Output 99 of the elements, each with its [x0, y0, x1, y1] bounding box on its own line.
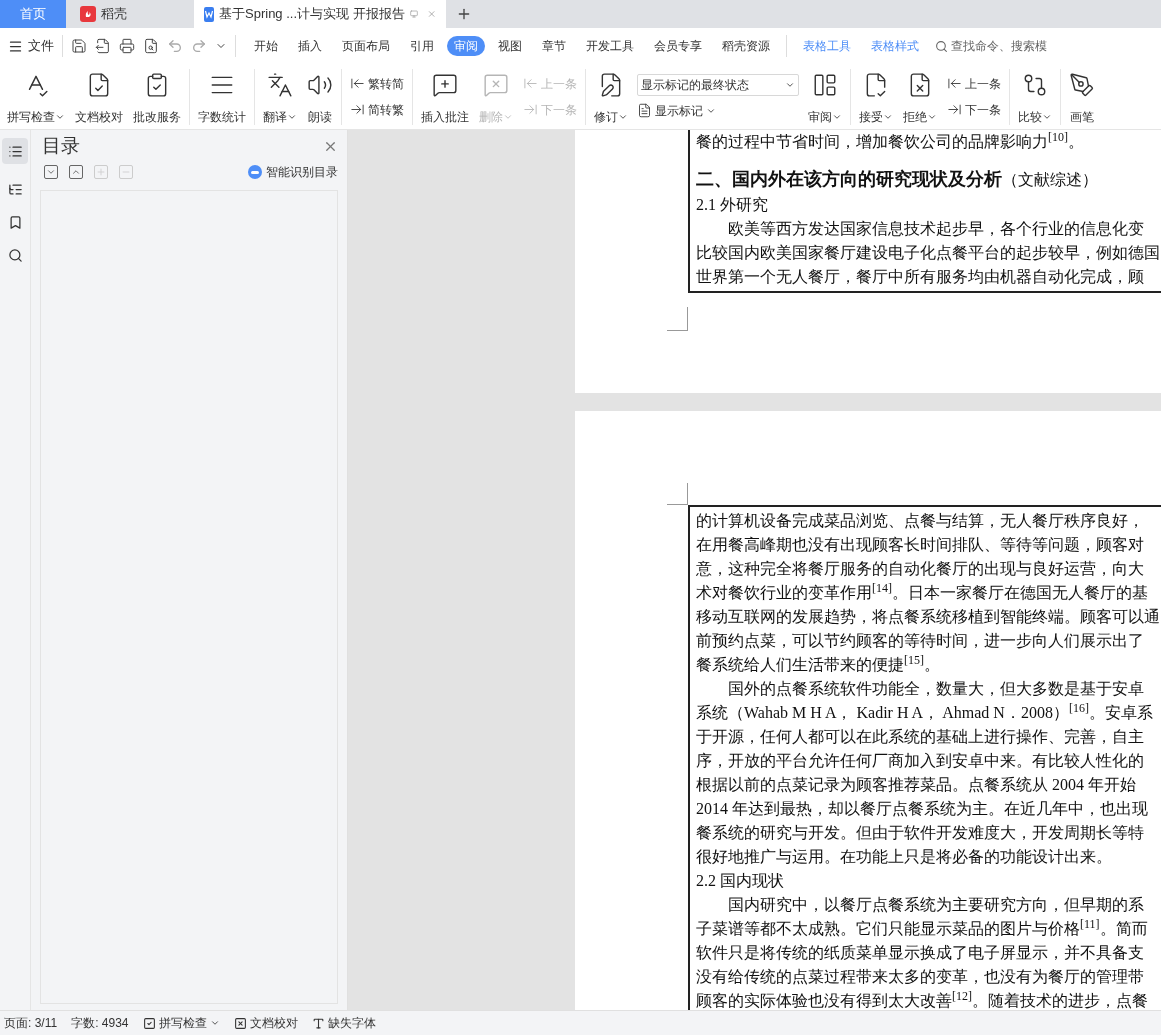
plus-icon	[96, 167, 106, 177]
font-icon	[311, 1016, 325, 1030]
paragraph-line: 前预约点菜，可以节约顾客的等待时间，进一步向人们展示出了	[696, 631, 1145, 651]
ribbon-button[interactable]: 批改服务	[128, 67, 186, 126]
save-icon[interactable]	[71, 38, 87, 54]
ribbon-button[interactable]: 插入批注	[416, 67, 474, 126]
checkbox-icon	[142, 1016, 156, 1030]
paragraph-line: 子菜谱等都不太成熟。它们只能显示菜品的图片与价格$^{[11]}$。简而	[696, 917, 1149, 939]
expand-icon	[71, 167, 81, 177]
status-text: 字数: 4934	[71, 1015, 129, 1032]
flame-logo-icon	[80, 6, 96, 22]
ribbon-button[interactable]: 翻译	[258, 67, 302, 126]
arrow-right-icon	[350, 102, 365, 117]
ribbon-small-button[interactable]: 繁转简	[350, 74, 404, 93]
ribbon-button[interactable]: 接受	[854, 67, 898, 126]
arrow-right-icon	[947, 102, 962, 117]
ribbon-tab[interactable]: 页面布局	[335, 36, 397, 56]
section-title: 二、国内外在该方向的研究现状及分析（文献综述）	[696, 168, 1099, 191]
paragraph-line: 比较国内欧美国家餐厅建设电子化点餐平台的起步较早，例如德国	[696, 243, 1161, 263]
status-text: 页面: 3/11	[4, 1015, 58, 1032]
ribbon-button[interactable]: 朗读	[302, 67, 338, 126]
markup-select[interactable]: 显示标记的最终状态	[637, 73, 799, 96]
ribbon-tab[interactable]: 插入	[291, 36, 329, 56]
export-icon[interactable]	[95, 38, 111, 54]
paragraph-line: 餐的过程中节省时间，增加餐饮公司的品牌影响力$^{[10]}$。	[696, 130, 1085, 152]
ribbon-button[interactable]: 拼写检查	[2, 67, 70, 126]
ribbon-tab[interactable]: 开始	[247, 36, 285, 56]
paragraph-line: 系统（Wahab M H A， Kadir H A， Ahmad N．2008）$^{[16]}$。安卓系	[696, 701, 1154, 723]
ribbon-small-button[interactable]: 显示标记	[637, 101, 799, 120]
paragraph-line: 很好地推广与运用。在功能上只是将必备的功能设计出来。	[696, 847, 1113, 867]
x-box-icon	[233, 1016, 247, 1030]
paragraph-line: 2014 年达到最热，却以餐厅点餐系统为主。在近几年中，也出现	[696, 799, 1149, 819]
ribbon-tab[interactable]: 稻壳资源	[715, 36, 777, 56]
paragraph-line: 于开源，任何人都可以在此系统的基础上进行操作、完善，自主	[696, 727, 1145, 747]
file-menu-button[interactable]: 文件	[8, 36, 54, 56]
paragraph-line: 国内研究中，以餐厅点餐系统为主要研究方向，但早期的系	[727, 895, 1145, 915]
arrow-right-icon	[523, 102, 538, 117]
ribbon-tab[interactable]: 引用	[403, 36, 441, 56]
search-icon[interactable]	[7, 248, 23, 263]
paragraph-line: 顾客的实际体验也没有得到太大改善$^{[12]}$。随着技术的进步，点餐	[696, 989, 1149, 1010]
paragraph-line: 餐系统给人们生活带来的便捷$^{[15]}$。	[696, 653, 941, 675]
print-icon[interactable]	[119, 38, 135, 54]
ribbon-tab[interactable]: 开发工具	[579, 36, 641, 56]
tab[interactable]: 基于Spring ...计与实现 开报报告	[194, 0, 446, 28]
tree-icon[interactable]	[7, 182, 23, 197]
menu-icon	[8, 38, 23, 54]
ribbon-button[interactable]: 审阅	[803, 67, 847, 126]
crop-mark	[667, 483, 688, 505]
paragraph-line: 在用餐高峰期也没有出现顾客长时间排队、等待等问题，顾客对	[696, 535, 1145, 555]
document-logo-icon	[204, 6, 214, 22]
collapse-icon	[46, 167, 56, 177]
document-icon	[637, 103, 652, 118]
status-button[interactable]: 文档校对	[233, 1014, 298, 1032]
ribbon-button[interactable]: 修订	[589, 67, 633, 126]
paragraph-line: 根据以前的点菜记录为顾客推荐菜品。点餐系统从 2004 年开始	[696, 775, 1137, 795]
ribbon-button[interactable]: 文档校对	[70, 67, 128, 126]
paragraph-line: 世界第一个无人餐厅，餐厅中所有服务均由机器自动化完成，顾	[696, 267, 1145, 287]
paragraph-line: 序，开放的平台允许任何厂商加入到安卓中来。有比较人性化的	[696, 751, 1145, 771]
paragraph-line: 餐系统的研究与开发。但由于软件开发难度大，开发周期长等特	[696, 823, 1145, 843]
subsection-heading: 2.1 外研究	[696, 195, 769, 215]
paragraph-line: 的计算机设备完成菜品浏览、点餐与结算，无人餐厅秩序良好，	[696, 511, 1145, 531]
ribbon-small-button[interactable]: 上一条	[947, 74, 1001, 93]
bookmark-icon[interactable]	[7, 215, 23, 230]
outline-tool-button[interactable]	[69, 165, 83, 179]
arrow-left-icon	[523, 76, 538, 91]
paragraph-line: 欧美等西方发达国家信息技术起步早，各个行业的信息化变	[727, 219, 1145, 239]
command-search-field[interactable]: 查找命令、搜索模	[935, 37, 1047, 55]
ribbon-button[interactable]: 字数统计	[193, 67, 251, 126]
ribbon-small-button[interactable]: 简转繁	[350, 100, 404, 119]
translate-icon	[267, 71, 293, 98]
panel-title: 目录	[41, 133, 80, 158]
crop-mark	[667, 307, 688, 331]
ribbon-button[interactable]: 画笔	[1064, 67, 1100, 126]
status-button[interactable]: 缺失字体	[311, 1014, 376, 1032]
paragraph-line: 移动互联网的发展趋势，将点餐系统移植到智能终端。顾客可以通	[696, 607, 1161, 627]
paragraph-line: 国外的点餐系统软件功能全，数量大，但大多数是基于安卓	[727, 679, 1145, 699]
monitor-icon	[409, 8, 418, 20]
new-tab-icon[interactable]	[456, 6, 472, 22]
ribbon-tab[interactable]: 会员专享	[647, 36, 709, 56]
subsection-heading: 2.2 国内现状	[696, 871, 785, 891]
status-button[interactable]: 拼写检查	[142, 1014, 220, 1032]
outline-tool-button[interactable]	[44, 165, 58, 179]
ribbon-tab[interactable]: 视图	[491, 36, 529, 56]
preview-icon[interactable]	[143, 38, 159, 54]
smart-outline-button[interactable]: 智能识别目录	[248, 163, 338, 181]
search-icon	[935, 39, 948, 53]
list-icon	[7, 143, 23, 159]
paragraph-line: 没有给传统的点菜过程带来太多的变革，也没有为餐厅的管理带	[696, 967, 1145, 987]
outline-tab[interactable]	[2, 138, 28, 164]
paragraph-line: 意，这种完全将餐厅服务的自动化餐厅的出现与良好运营，向大	[696, 559, 1145, 579]
ribbon-small-button[interactable]: 下一条	[947, 100, 1001, 119]
ribbon-tab[interactable]: 章节	[535, 36, 573, 56]
arrow-left-icon	[350, 76, 365, 91]
paragraph-line: 软件只是将传统的纸质菜单显示换成了电子屏显示，并不具备支	[696, 943, 1145, 963]
ribbon-button[interactable]: 比较	[1013, 67, 1057, 126]
pen-icon	[1069, 71, 1095, 98]
paragraph-line: 术对餐饮行业的变革作用$^{[14]}$。日本一家餐厅在德国无人餐厅的基	[696, 581, 1149, 603]
ribbon-button[interactable]: 拒绝	[898, 67, 942, 126]
arrow-left-icon	[947, 76, 962, 91]
